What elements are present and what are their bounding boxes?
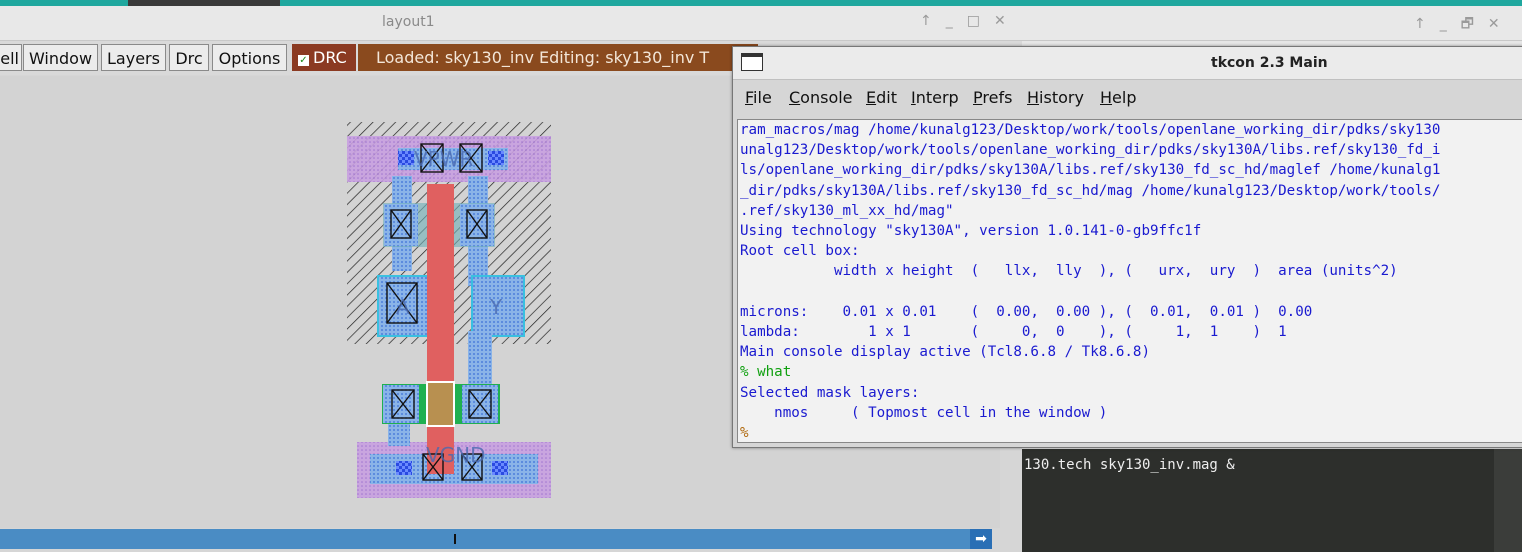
console-line: microns: 0.01 x 0.01 ( 0.00, 0.00 ), ( 0… <box>740 303 1313 320</box>
console-line: _dir/pdks/sky130A/libs.ref/sky130_fd_sc_… <box>740 182 1441 199</box>
console-line: Selected mask layers: <box>740 384 920 401</box>
menu-options[interactable]: Options <box>212 44 287 71</box>
terminal-line: 130.tech sky130_inv.mag & <box>1024 457 1235 473</box>
console-line: % what <box>740 364 792 381</box>
menu-layers[interactable]: Layers <box>101 44 166 71</box>
terminal-body[interactable]: 130.tech sky130_inv.mag & <box>1022 449 1494 552</box>
label-y: Y <box>489 295 503 319</box>
console-line: Using technology "sky130A", version 1.0.… <box>740 223 1202 240</box>
li-right-mid <box>468 331 492 391</box>
console-line: ls/openlane_working_dir/pdks/sky130A/lib… <box>740 162 1441 179</box>
nmos-selected[interactable] <box>426 381 455 427</box>
tkcon-console[interactable]: ram_macros/mag /home/kunalg123/Desktop/w… <box>737 119 1522 443</box>
console-line: ram_macros/mag /home/kunalg123/Desktop/w… <box>740 122 1441 138</box>
checkbox-icon: ✓ <box>298 55 309 66</box>
console-line: unalg123/Desktop/work/tools/openlane_wor… <box>740 142 1441 159</box>
menu-cell[interactable]: ell <box>0 44 22 71</box>
tkcon-menu-edit[interactable]: Edit <box>866 88 897 107</box>
tkcon-title: tkcon 2.3 Main <box>1211 55 1328 71</box>
console-line: % <box>740 425 749 442</box>
tap-vgnd-right <box>492 461 508 475</box>
label-vgnd: VGND <box>426 443 486 467</box>
tap-vgnd-left <box>396 461 412 475</box>
drc-toggle-label: DRC <box>313 48 347 67</box>
console-line: lambda: 1 x 1 ( 0, 0 ), ( 1, 1 ) 1 <box>740 324 1287 341</box>
tkcon-titlebar: tkcon 2.3 Main <box>733 47 1522 80</box>
tkcon-menubar: File Console Edit Interp Prefs History H… <box>733 81 1522 113</box>
scroll-right-arrow-icon[interactable]: ➡ <box>970 529 992 549</box>
tkcon-menu-console[interactable]: Console <box>789 88 853 107</box>
menu-window[interactable]: Window <box>23 44 98 71</box>
tkcon-window: tkcon 2.3 Main File Console Edit Interp … <box>732 46 1522 448</box>
label-a: A <box>396 295 410 319</box>
console-line: Root cell box: <box>740 243 860 260</box>
tkcon-menu-history[interactable]: History <box>1027 88 1084 107</box>
poly-gate <box>427 184 454 474</box>
magic-titlebar: layout1 ↑_□✕ <box>0 6 1022 41</box>
drc-toggle[interactable]: ✓ DRC <box>292 44 356 71</box>
tkcon-menu-help[interactable]: Help <box>1100 88 1136 107</box>
window-title: layout1 <box>382 14 435 30</box>
horizontal-scrollbar[interactable] <box>0 529 990 549</box>
console-line: nmos ( Topmost cell in the window ) <box>740 404 1108 421</box>
label-vpwr: VPWR <box>414 147 474 171</box>
tkcon-menu-file[interactable]: File <box>745 88 772 107</box>
terminal-window-controls[interactable]: ↑_🗗✕ <box>1414 13 1514 37</box>
terminal-titlebar: ↑_🗗✕ <box>1022 6 1522 41</box>
tkcon-menu-prefs[interactable]: Prefs <box>973 88 1012 107</box>
status-bar: Loaded: sky130_inv Editing: sky130_inv T <box>358 44 758 71</box>
window-controls[interactable]: ↑_□✕ <box>920 13 1020 29</box>
scroll-position-mark <box>454 534 456 544</box>
terminal-scrollbar[interactable] <box>1494 449 1522 552</box>
console-line: .ref/sky130_ml_xx_hd/mag" <box>740 202 954 219</box>
li-left-bottom <box>388 421 410 446</box>
tkcon-menu-interp[interactable]: Interp <box>911 88 959 107</box>
tap-vpwr-left <box>398 151 414 165</box>
console-line: Main console display active (Tcl8.6.8 / … <box>740 344 1150 361</box>
tap-vpwr-right <box>488 151 504 165</box>
console-line: width x height ( llx, lly ), ( urx, ury … <box>740 263 1398 280</box>
window-icon <box>741 53 763 71</box>
menu-drc[interactable]: Drc <box>169 44 209 71</box>
